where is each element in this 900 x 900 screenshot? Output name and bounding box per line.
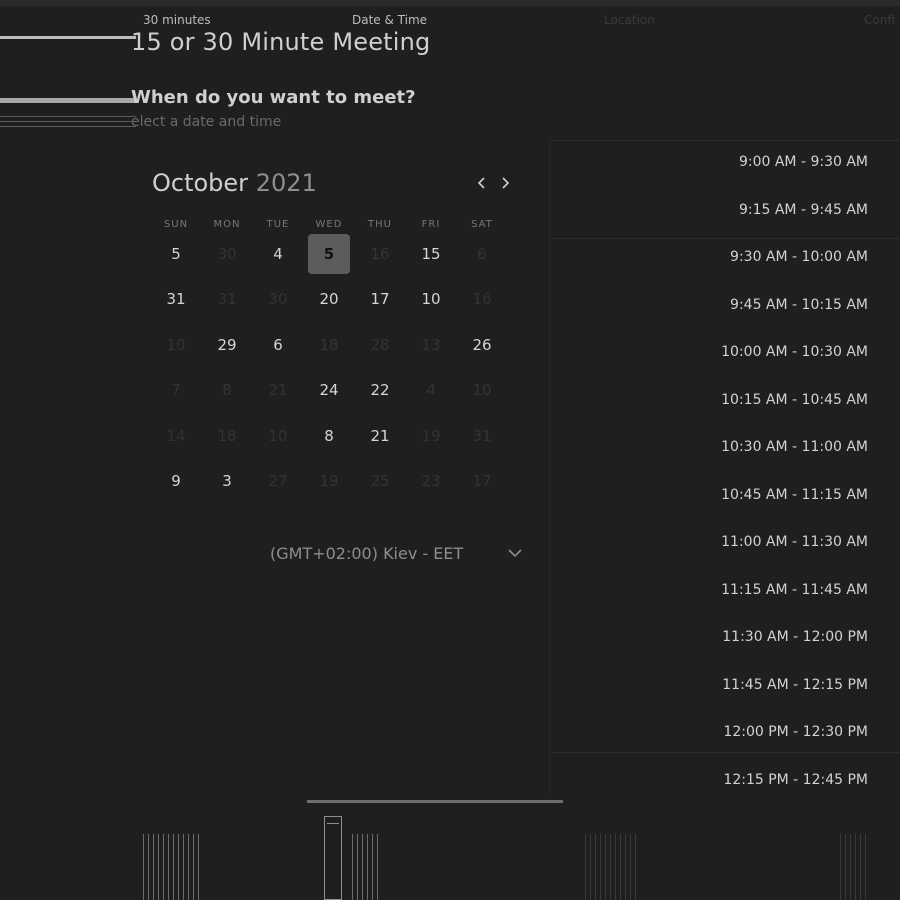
timezone-label[interactable]: (GMT+02:00) Kiev - EET <box>270 544 463 563</box>
time-slot[interactable]: 9:45 AM - 10:15 AM <box>550 283 900 327</box>
calendar-day: 19 <box>319 472 339 490</box>
next-month-button[interactable] <box>495 172 515 194</box>
calendar-day: 10 <box>268 427 288 445</box>
time-slot[interactable]: 10:15 AM - 10:45 AM <box>550 378 900 422</box>
decor-stripes <box>585 834 640 900</box>
decor-line <box>0 36 136 39</box>
chevron-right-icon <box>502 177 510 189</box>
calendar-day[interactable]: 5 <box>155 234 197 274</box>
time-slot-list: 9:00 AM - 9:30 AM 9:15 AM - 9:45 AM 9:30 A… <box>550 140 900 800</box>
calendar-day[interactable]: 20 <box>308 279 350 319</box>
calendar-day: 18 <box>217 427 237 445</box>
time-slot[interactable]: 11:30 AM - 12:00 PM <box>550 615 900 659</box>
slot-divider <box>550 238 900 239</box>
calendar-month-label: October 2021 <box>152 169 317 197</box>
calendar-day: 31 <box>217 290 237 308</box>
active-step-indicator <box>307 800 563 803</box>
calendar-day: 18 <box>319 336 339 354</box>
calendar-icon <box>324 816 342 900</box>
weekday-thu: THU <box>368 219 392 230</box>
decor-stripes <box>840 834 870 900</box>
calendar-day: 10 <box>472 381 492 399</box>
calendar-day[interactable]: 24 <box>308 370 350 410</box>
step-footer <box>0 800 900 900</box>
calendar-day: 19 <box>421 427 441 445</box>
calendar-day: 21 <box>268 381 288 399</box>
prev-month-button[interactable] <box>472 172 492 194</box>
weekday-wed: WED <box>315 219 343 230</box>
weekday-sun: SUN <box>163 219 189 230</box>
calendar-day: 14 <box>166 427 186 445</box>
calendar-day[interactable]: 17 <box>359 279 401 319</box>
weekday-tue: TUE <box>266 219 290 230</box>
decor-stripes <box>143 834 201 900</box>
calendar-day[interactable]: 6 <box>257 325 299 365</box>
weekday-mon: MON <box>213 219 241 230</box>
timezone-dropdown-button[interactable] <box>504 542 526 564</box>
calendar-day[interactable]: 8 <box>308 416 350 456</box>
tab-duration[interactable]: 30 minutes <box>143 13 211 27</box>
calendar-day: 10 <box>166 336 186 354</box>
calendar-day: 30 <box>217 245 237 263</box>
calendar-day[interactable]: 10 <box>410 279 452 319</box>
calendar-day[interactable]: 22 <box>359 370 401 410</box>
calendar-day: 13 <box>421 336 441 354</box>
slot-divider <box>550 752 900 753</box>
weekday-fri: FRI <box>421 219 441 230</box>
time-slot[interactable]: 9:15 AM - 9:45 AM <box>550 188 900 232</box>
calendar-year: 2021 <box>255 169 317 197</box>
time-slot[interactable]: 12:15 PM - 12:45 PM <box>550 758 900 802</box>
calendar-day[interactable]: 15 <box>410 234 452 274</box>
calendar-day: 8 <box>222 381 232 399</box>
tab-confirm[interactable]: Confi <box>864 13 895 27</box>
time-slot[interactable]: 11:45 AM - 12:15 PM <box>550 663 900 707</box>
meeting-question: When do you want to meet? <box>131 87 416 108</box>
tab-date-time[interactable]: Date & Time <box>352 13 427 27</box>
chevron-left-icon <box>477 177 485 189</box>
calendar-day: 28 <box>370 336 390 354</box>
time-slot[interactable]: 9:00 AM - 9:30 AM <box>550 140 900 184</box>
calendar-day: 7 <box>171 381 181 399</box>
decor-line <box>0 121 136 122</box>
calendar-day[interactable]: 3 <box>206 461 248 501</box>
top-bar <box>0 0 900 6</box>
chevron-down-icon <box>508 549 522 558</box>
calendar-day: 25 <box>370 472 390 490</box>
decor-line <box>0 98 136 103</box>
calendar-day: 17 <box>472 472 492 490</box>
calendar-day[interactable]: 9 <box>155 461 197 501</box>
calendar-day: 27 <box>268 472 288 490</box>
time-slot[interactable]: 12:00 PM - 12:30 PM <box>550 710 900 754</box>
time-slot[interactable]: 11:15 AM - 11:45 AM <box>550 568 900 612</box>
calendar-day: 6 <box>477 245 487 263</box>
calendar-day: 4 <box>426 381 436 399</box>
decor-stripes <box>352 834 382 900</box>
tab-location[interactable]: Location <box>604 13 655 27</box>
calendar-day[interactable]: 4 <box>257 234 299 274</box>
calendar-day-selected[interactable]: 5 <box>308 234 350 274</box>
calendar-day: 31 <box>472 427 492 445</box>
calendar-day: 16 <box>472 290 492 308</box>
calendar-day: 16 <box>370 245 390 263</box>
weekday-sat: SAT <box>471 219 493 230</box>
calendar-day[interactable]: 21 <box>359 416 401 456</box>
calendar-day[interactable]: 26 <box>461 325 503 365</box>
time-slot[interactable]: 10:45 AM - 11:15 AM <box>550 473 900 517</box>
calendar-day[interactable]: 29 <box>206 325 248 365</box>
calendar-day: 23 <box>421 472 441 490</box>
slot-divider <box>550 140 900 141</box>
calendar-month: October <box>152 169 249 197</box>
meeting-subtitle: elect a date and time <box>131 114 282 130</box>
calendar-day[interactable]: 31 <box>155 279 197 319</box>
decor-line <box>0 116 136 117</box>
meeting-title: 15 or 30 Minute Meeting <box>131 28 431 56</box>
time-slot[interactable]: 10:30 AM - 11:00 AM <box>550 425 900 469</box>
decor-line <box>0 126 136 127</box>
calendar-day: 30 <box>268 290 288 308</box>
time-slot[interactable]: 10:00 AM - 10:30 AM <box>550 330 900 374</box>
time-slot[interactable]: 9:30 AM - 10:00 AM <box>550 235 900 279</box>
time-slot[interactable]: 11:00 AM - 11:30 AM <box>550 520 900 564</box>
